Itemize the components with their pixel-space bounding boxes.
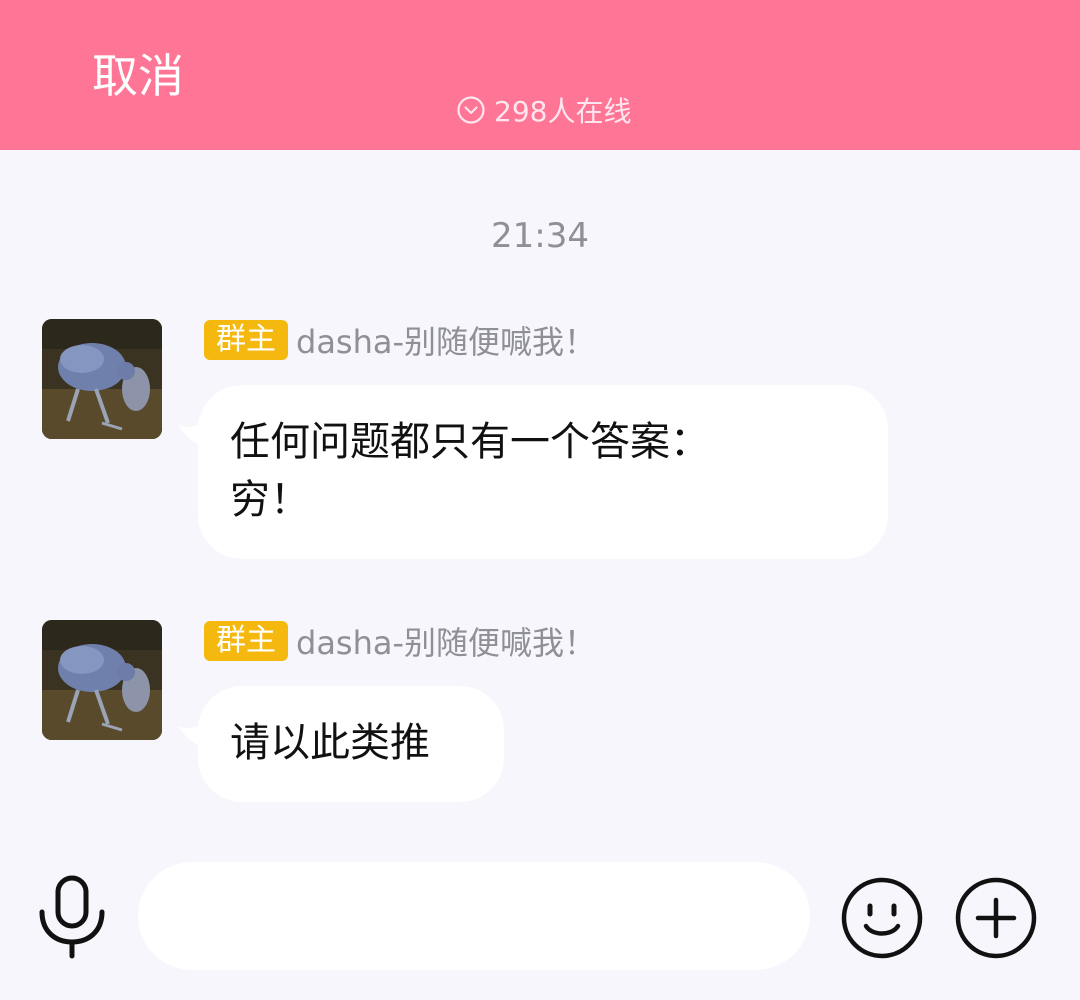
bubble-tail: [178, 419, 208, 449]
avatar[interactable]: [42, 620, 162, 740]
owner-badge: 群主: [204, 621, 288, 661]
input-bar: [0, 850, 1080, 1000]
message-text-line: 任何问题都只有一个答案：: [230, 419, 710, 465]
bird-avatar-image: [42, 319, 162, 439]
bubble-tail: [178, 720, 208, 750]
chevron-down-circle-icon: [457, 96, 485, 124]
sender-name[interactable]: dasha-别随便喊我！: [296, 317, 596, 363]
sender-meta: 群主 dasha-别随便喊我！: [204, 319, 596, 361]
cancel-button[interactable]: 取消: [92, 46, 184, 106]
message-text-line: 穷！: [230, 477, 310, 523]
chat-area: 21:34 群主 dasha-别随便喊我！ 任何问题都只有一个答案： 穷！ 群主…: [0, 150, 1080, 850]
message-bubble[interactable]: 请以此类推: [178, 686, 504, 802]
avatar[interactable]: [42, 319, 162, 439]
top-bar: 取消 298人在线: [0, 0, 1080, 150]
message-input[interactable]: [138, 862, 810, 970]
emoji-icon[interactable]: [840, 876, 924, 960]
online-count[interactable]: 298人在线: [456, 92, 631, 128]
online-count-text: 298人在线: [494, 95, 632, 128]
message-text-line: 请以此类推: [230, 720, 430, 766]
owner-badge: 群主: [204, 320, 288, 360]
sender-name[interactable]: dasha-别随便喊我！: [296, 618, 596, 664]
plus-icon[interactable]: [954, 876, 1038, 960]
microphone-icon[interactable]: [34, 874, 110, 960]
message-timestamp: 21:34: [491, 216, 589, 256]
sender-meta: 群主 dasha-别随便喊我！: [204, 620, 596, 662]
message-bubble[interactable]: 任何问题都只有一个答案： 穷！: [178, 385, 888, 559]
bird-avatar-image: [42, 620, 162, 740]
